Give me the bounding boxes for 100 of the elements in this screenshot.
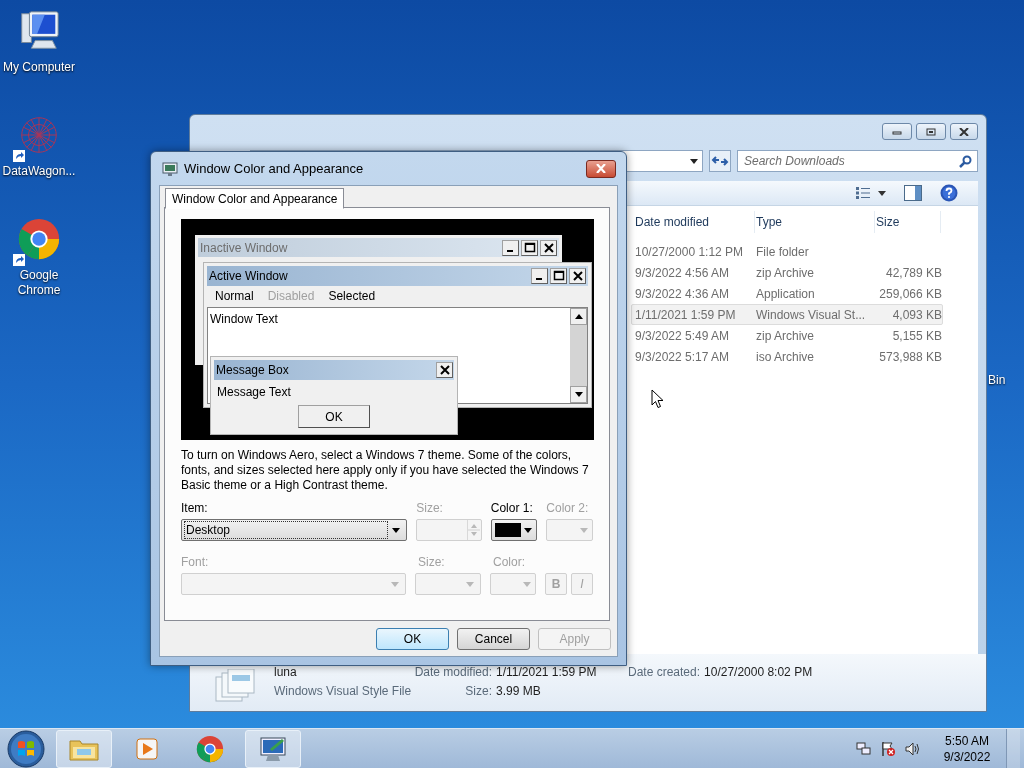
date-cell-text: 9/3/2022 5:49 AM [635, 327, 731, 345]
field-value: 1/11/2021 1:59 PM [496, 664, 597, 681]
field-label: Date created: [628, 664, 701, 681]
field-value: 3.99 MB [496, 683, 541, 700]
field-value: Desktop [186, 522, 231, 539]
field-label: Size: [465, 683, 492, 700]
file-row[interactable]: 9/3/2022 4:36 AM Application 259,066 KB [631, 283, 943, 304]
minimize-icon [892, 128, 902, 135]
field-label: Color 1: [490, 501, 533, 515]
window-title: Inactive Window [200, 239, 288, 257]
file-row[interactable]: 10/27/2000 1:12 PM File folder [631, 241, 943, 262]
instructions-text: To turn on Windows Aero, select a Windows 7 theme. Some of the colors, fonts, and sizes selected here apply only if you have selected the Windows 7 Basic theme or a High Contrast theme. [181, 448, 590, 493]
column-header[interactable]: Date modified [634, 211, 755, 233]
type-cell-text: iso Archive [756, 348, 816, 366]
field-label: Color: [493, 555, 525, 569]
close-icon [569, 268, 586, 284]
clock[interactable]: 5:50 AM 9/3/2022 [936, 732, 998, 765]
dialog-button[interactable]: Cancel [457, 628, 530, 650]
type-cell-text: Application [756, 285, 816, 303]
size-cell-text: 42,789 KB [884, 264, 942, 282]
volume-icon[interactable] [904, 740, 920, 757]
minimize-button[interactable] [882, 123, 912, 140]
size-cell-text: 4,093 KB [891, 306, 942, 324]
type-cell-text: zip Archive [756, 327, 816, 345]
date-cell-text: 9/3/2022 4:56 AM [635, 264, 731, 282]
file-row[interactable]: 9/3/2022 4:56 AM zip Archive 42,789 KB [631, 262, 943, 283]
column-header[interactable]: Type [755, 211, 875, 233]
type-cell-text: zip Archive [756, 264, 816, 282]
window-title: Window Color and Appearance [184, 159, 364, 178]
file-row[interactable]: 1/11/2021 1:59 PM Windows Visual St... 4,093 KB [631, 304, 943, 325]
search-icon[interactable] [959, 155, 972, 168]
dropdown-arrow-icon [580, 527, 588, 533]
type-cell-text: File folder [756, 243, 810, 261]
restore-icon [926, 127, 936, 136]
flag-icon[interactable] [880, 740, 896, 757]
search-field[interactable]: Search Downloads [737, 150, 978, 172]
view-options-icon[interactable] [856, 187, 886, 199]
date-cell-text: 1/11/2021 1:59 PM [635, 306, 737, 324]
maximize-button[interactable] [916, 123, 946, 140]
dropdown-arrow-icon [524, 527, 533, 533]
display-icon [162, 160, 178, 177]
taskbar-button[interactable] [245, 729, 301, 768]
desktop-icon-label[interactable]: My Computer [0, 60, 78, 75]
dropdown[interactable]: Desktop [181, 519, 408, 541]
clock-time: 5:50 AM [945, 732, 989, 749]
refresh-icon[interactable] [709, 150, 731, 172]
help-icon[interactable] [940, 184, 958, 202]
desktop-icon-label[interactable]: DataWagon... [0, 164, 78, 179]
menu-item[interactable]: Normal [215, 286, 254, 305]
dropdown-arrow-icon[interactable] [690, 158, 699, 164]
size-cell-text: 5,155 KB [891, 327, 942, 345]
size-cell-text: 259,066 KB [878, 285, 942, 303]
field-label: Size: [416, 501, 443, 515]
spinner-arrows-icon [466, 520, 481, 540]
field-value: 10/27/2000 8:02 PM [704, 664, 813, 681]
minimize-icon [531, 268, 548, 284]
maximize-icon [521, 239, 538, 256]
file-type: Windows Visual Style File [274, 683, 412, 700]
minimize-icon [502, 239, 519, 256]
file-row[interactable]: 9/3/2022 5:17 AM iso Archive 573,988 KB [631, 346, 943, 367]
desktop-icon-label[interactable]: Google Chrome [0, 268, 78, 298]
date-cell-text: 9/3/2022 4:36 AM [635, 285, 731, 303]
type-cell-text: Windows Visual St... [756, 306, 867, 324]
clock-date: 9/3/2022 [943, 748, 991, 765]
scroll-up-icon [570, 308, 587, 325]
dialog-button[interactable]: OK [376, 628, 449, 650]
close-icon [436, 362, 453, 378]
close-button[interactable] [586, 159, 616, 178]
maximize-icon [550, 268, 567, 284]
file-row[interactable]: 9/3/2022 5:49 AM zip Archive 5,155 KB [631, 325, 943, 346]
field-label: Font: [181, 555, 209, 569]
network-icon[interactable] [856, 740, 872, 757]
file-icon [214, 669, 256, 703]
preview-pane-icon[interactable] [904, 185, 922, 201]
scroll-down-icon [570, 386, 587, 403]
color-picker[interactable] [490, 519, 538, 541]
tab[interactable]: Window Color and Appearance [165, 188, 345, 209]
field-label: Size: [418, 555, 445, 569]
ok-button[interactable]: OK [298, 405, 370, 428]
field-label: Color 2: [546, 501, 589, 515]
menu-item[interactable]: Selected [328, 286, 376, 305]
close-button[interactable] [950, 123, 978, 140]
window-text: Window Text [210, 311, 278, 328]
play-icon [135, 736, 159, 761]
browser-icon[interactable] [16, 216, 62, 262]
dropdown-arrow-icon [392, 527, 401, 533]
message-text: Message Text [216, 384, 292, 401]
size-cell-text: 573,988 KB [878, 348, 942, 366]
field-label: Date modified: [414, 664, 492, 681]
column-header[interactable]: Size [875, 211, 941, 233]
dropdown-arrow-icon [523, 581, 531, 587]
window-title: Message Box [216, 362, 289, 379]
date-cell-text: 10/27/2000 1:12 PM [635, 243, 745, 261]
display-icon [258, 734, 288, 763]
window-title: Active Window [209, 268, 288, 285]
date-cell-text: 9/3/2022 5:17 AM [635, 348, 731, 366]
dropdown-arrow-icon [465, 581, 474, 587]
dropdown-arrow-icon [391, 581, 400, 587]
desktop-icon-label[interactable]: Bin [988, 371, 1006, 389]
start-button[interactable] [7, 729, 45, 768]
